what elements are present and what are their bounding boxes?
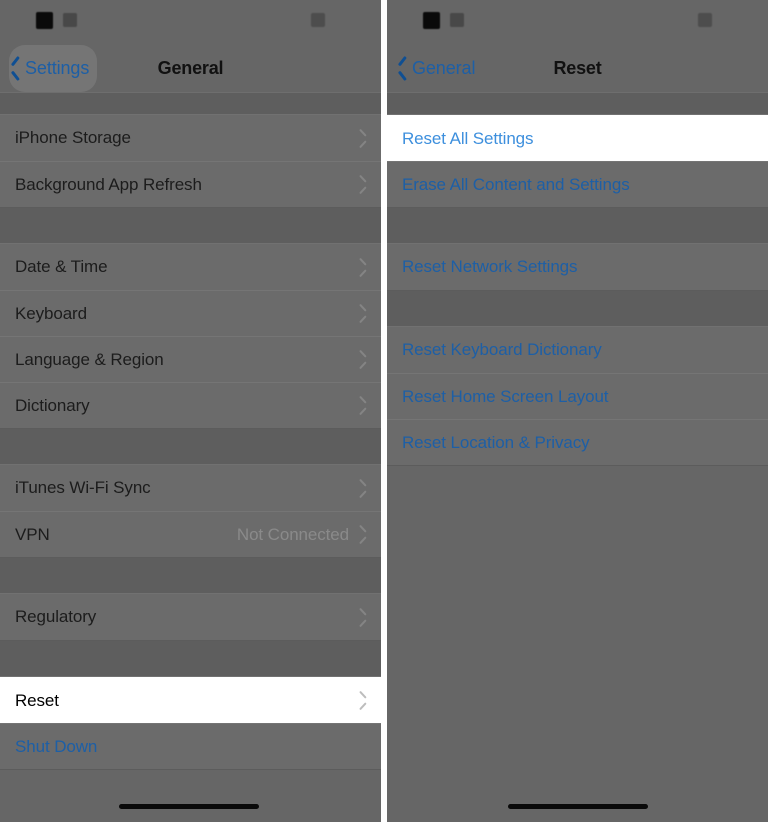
row-label: Reset: [15, 690, 59, 710]
phone-screen-reset: General Reset Reset All Settings Erase A…: [387, 0, 768, 822]
row-label: Reset Home Screen Layout: [402, 386, 609, 406]
row-iphone-storage[interactable]: iPhone Storage: [0, 115, 381, 161]
row-value-vpn-status: Not Connected: [236, 524, 349, 544]
row-regulatory[interactable]: Regulatory: [0, 594, 381, 640]
group-gap: [0, 641, 381, 676]
settings-group-sync-vpn: iTunes Wi-Fi Sync VPN Not Connected: [0, 464, 381, 558]
nav-bar-reset: General Reset: [387, 45, 768, 93]
row-label: Background App Refresh: [15, 174, 202, 194]
status-bar-general: [0, 0, 381, 45]
row-label: Date & Time: [15, 257, 108, 276]
home-indicator-bar[interactable]: [118, 804, 259, 809]
row-reset-network-settings[interactable]: Reset Network Settings: [387, 244, 768, 290]
status-bar-reset: [387, 0, 768, 45]
dual-phone-screenshot: Settings General iPhone Storage Backgrou…: [0, 0, 768, 822]
list-filler: [387, 466, 768, 796]
group-gap: [0, 93, 381, 114]
status-location-redacted-icon: [63, 13, 77, 27]
reset-group-misc: Reset Keyboard Dictionary Reset Home Scr…: [387, 326, 768, 466]
row-reset[interactable]: Reset: [0, 677, 381, 723]
chevron-right-icon: [358, 398, 367, 413]
group-gap: [387, 208, 768, 243]
row-vpn[interactable]: VPN Not Connected: [0, 511, 381, 557]
chevron-right-icon: [358, 610, 367, 625]
chevron-right-icon: [358, 693, 367, 708]
row-label: Erase All Content and Settings: [402, 174, 630, 194]
home-indicator-bar[interactable]: [507, 804, 648, 809]
chevron-right-icon: [358, 527, 367, 542]
row-label: iPhone Storage: [15, 128, 131, 147]
chevron-right-icon: [358, 481, 367, 496]
nav-bar-general: Settings General: [0, 45, 381, 93]
group-gap: [0, 558, 381, 593]
row-label: Reset All Settings: [402, 128, 534, 148]
row-label: Reset Network Settings: [402, 257, 578, 276]
row-label: Shut Down: [15, 736, 98, 756]
row-background-app-refresh[interactable]: Background App Refresh: [0, 161, 381, 207]
chevron-right-icon: [358, 131, 367, 146]
settings-group-reset-shutdown: Reset Shut Down: [0, 676, 381, 770]
chevron-right-icon: [358, 306, 367, 321]
settings-list-general: iPhone Storage Background App Refresh Da…: [0, 93, 381, 822]
row-reset-home-screen-layout[interactable]: Reset Home Screen Layout: [387, 373, 768, 419]
settings-group-regulatory: Regulatory: [0, 593, 381, 641]
row-reset-all-settings[interactable]: Reset All Settings: [387, 115, 768, 161]
row-label: Reset Keyboard Dictionary: [402, 340, 602, 359]
row-date-and-time[interactable]: Date & Time: [0, 244, 381, 290]
group-gap: [387, 291, 768, 326]
status-battery-redacted-icon: [311, 13, 325, 27]
phone-screen-general: Settings General iPhone Storage Backgrou…: [0, 0, 381, 822]
status-location-redacted-icon: [450, 13, 464, 27]
group-gap: [0, 429, 381, 464]
home-indicator-area-general: [0, 782, 381, 822]
row-shut-down[interactable]: Shut Down: [0, 723, 381, 769]
status-time-redacted-icon: [36, 12, 53, 29]
page-title-general: General: [157, 58, 224, 78]
status-time-redacted-icon: [423, 12, 440, 29]
home-indicator-area-reset: [387, 782, 768, 822]
group-gap: [387, 93, 768, 114]
row-label: VPN: [15, 524, 50, 544]
row-itunes-wifi-sync[interactable]: iTunes Wi-Fi Sync: [0, 465, 381, 511]
row-label: Keyboard: [15, 303, 87, 323]
row-label: Regulatory: [15, 607, 97, 626]
group-gap: [0, 208, 381, 243]
row-label: iTunes Wi-Fi Sync: [15, 478, 151, 497]
row-label: Dictionary: [15, 395, 90, 415]
row-keyboard[interactable]: Keyboard: [0, 290, 381, 336]
chevron-right-icon: [358, 260, 367, 275]
row-reset-location-and-privacy[interactable]: Reset Location & Privacy: [387, 419, 768, 465]
row-label: Reset Location & Privacy: [402, 432, 590, 452]
row-erase-all-content-and-settings[interactable]: Erase All Content and Settings: [387, 161, 768, 207]
row-dictionary[interactable]: Dictionary: [0, 382, 381, 428]
status-battery-redacted-icon: [698, 13, 712, 27]
settings-group-storage: iPhone Storage Background App Refresh: [0, 114, 381, 208]
chevron-right-icon: [358, 177, 367, 192]
row-language-and-region[interactable]: Language & Region: [0, 336, 381, 382]
page-title-reset: Reset: [553, 58, 602, 78]
reset-group-network: Reset Network Settings: [387, 243, 768, 291]
settings-group-localization: Date & Time Keyboard Language & Region D…: [0, 243, 381, 429]
row-reset-keyboard-dictionary[interactable]: Reset Keyboard Dictionary: [387, 327, 768, 373]
chevron-right-icon: [358, 352, 367, 367]
settings-list-reset: Reset All Settings Erase All Content and…: [387, 93, 768, 796]
reset-group-primary: Reset All Settings Erase All Content and…: [387, 114, 768, 208]
row-label: Language & Region: [15, 349, 164, 369]
